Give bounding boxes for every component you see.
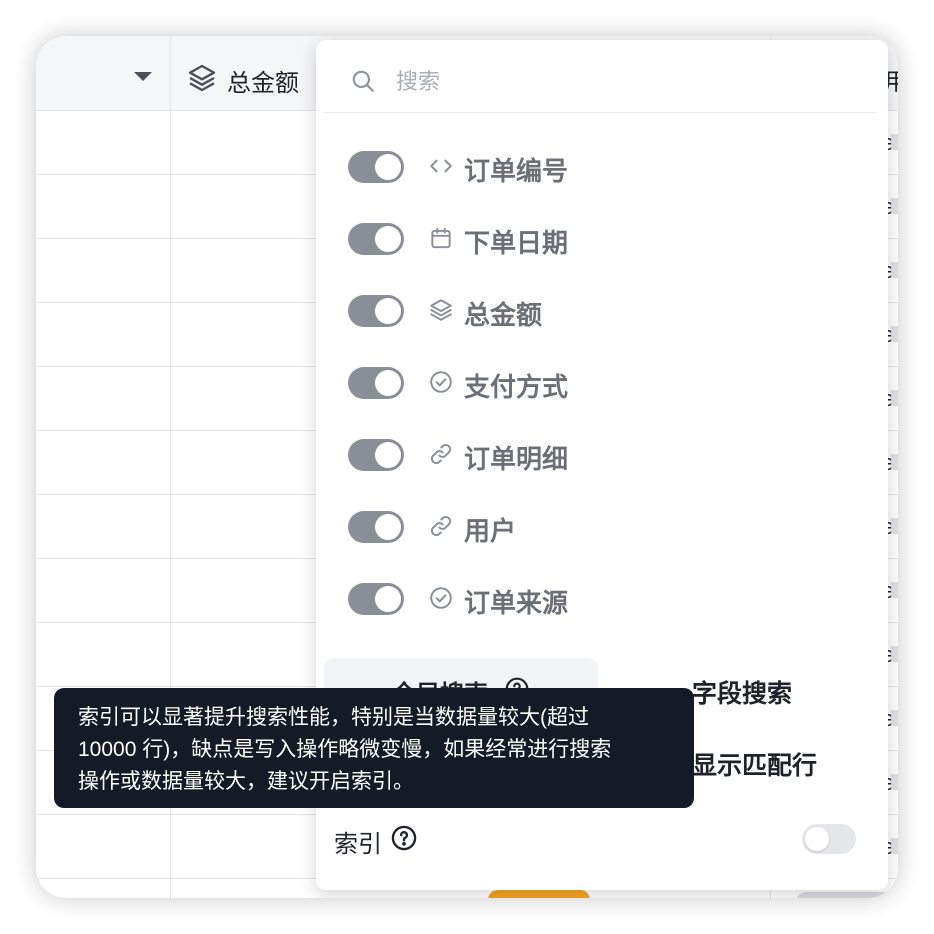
- status-tag: [488, 890, 590, 898]
- field-label: 订单明细: [464, 444, 569, 474]
- link-icon: [430, 515, 452, 537]
- check-circle-icon: [430, 587, 452, 609]
- table-cell-fill: [891, 262, 898, 278]
- field-visibility-toggle[interactable]: [348, 511, 404, 543]
- toggle-knob: [375, 442, 401, 468]
- table-cell-fill: [891, 774, 898, 790]
- field-visibility-toggle[interactable]: [348, 295, 404, 327]
- table-cell-fill: [891, 838, 898, 854]
- index-tooltip: 索引可以显著提升搜索性能，特别是当数据量较大(超过 10000 行)，缺点是写入…: [54, 688, 694, 808]
- index-toggle[interactable]: [802, 824, 856, 854]
- layers-icon: [188, 64, 216, 92]
- show-matching-rows-label[interactable]: 显示匹配行: [692, 746, 817, 782]
- table-cell-fill: [891, 518, 898, 534]
- toggle-knob: [375, 586, 401, 612]
- field-label: 支付方式: [464, 372, 569, 402]
- field-search-option[interactable]: 字段搜索: [692, 674, 792, 710]
- field-label: 总金额: [464, 300, 543, 330]
- table-cell-fill: [891, 390, 898, 406]
- layers-icon: [430, 299, 452, 321]
- toggle-knob: [375, 370, 401, 396]
- status-tag: [796, 892, 898, 898]
- table-cell-fill: [891, 326, 898, 342]
- index-label: 索引: [334, 831, 382, 858]
- link-icon: [430, 443, 452, 465]
- field-label: 订单来源: [464, 588, 569, 618]
- code-icon: [430, 159, 452, 173]
- toggle-knob: [375, 226, 401, 252]
- table-cell-fill: [891, 582, 898, 598]
- field-visibility-toggle[interactable]: [348, 367, 404, 399]
- table-cell-fill: [891, 134, 898, 150]
- toggle-knob: [375, 154, 401, 180]
- field-item[interactable]: 下单日期: [316, 208, 888, 268]
- field-label: 订单编号: [464, 156, 569, 186]
- table-cell-fill: [891, 710, 898, 726]
- field-item[interactable]: 订单明细: [316, 424, 888, 484]
- app-window: 总金额 用 eeeeeeeeeeee 订单编号下单日期总金额支付方式订单明细用户…: [36, 36, 898, 898]
- caret-down-icon[interactable]: [134, 72, 152, 81]
- table-cell-fill: [891, 454, 898, 470]
- search-input[interactable]: [394, 62, 838, 102]
- search-bar: [324, 54, 876, 113]
- field-item[interactable]: 订单编号: [316, 136, 888, 196]
- toggle-knob: [805, 827, 829, 851]
- field-item[interactable]: 总金额: [316, 280, 888, 340]
- search-icon: [352, 70, 374, 92]
- field-visibility-toggle[interactable]: [348, 151, 404, 183]
- calendar-icon: [431, 227, 451, 249]
- tooltip-text: 索引可以显著提升搜索性能，特别是当数据量较大(超过 10000 行)，缺点是写入…: [78, 706, 612, 793]
- field-visibility-toggle[interactable]: [348, 223, 404, 255]
- field-item[interactable]: 订单来源: [316, 568, 888, 628]
- field-item[interactable]: 支付方式: [316, 352, 888, 412]
- table-cell-fill: [891, 198, 898, 214]
- field-visibility-toggle[interactable]: [348, 439, 404, 471]
- field-label: 用户: [464, 516, 517, 546]
- toggle-knob: [375, 514, 401, 540]
- table-cell-fill: [891, 646, 898, 662]
- field-item[interactable]: 用户: [316, 496, 888, 556]
- check-circle-icon: [430, 371, 452, 393]
- toggle-knob: [375, 298, 401, 324]
- field-visibility-toggle[interactable]: [348, 583, 404, 615]
- question-circle-icon[interactable]: [390, 824, 418, 852]
- column-header-total-amount[interactable]: 总金额: [227, 63, 299, 98]
- field-label: 下单日期: [464, 228, 569, 258]
